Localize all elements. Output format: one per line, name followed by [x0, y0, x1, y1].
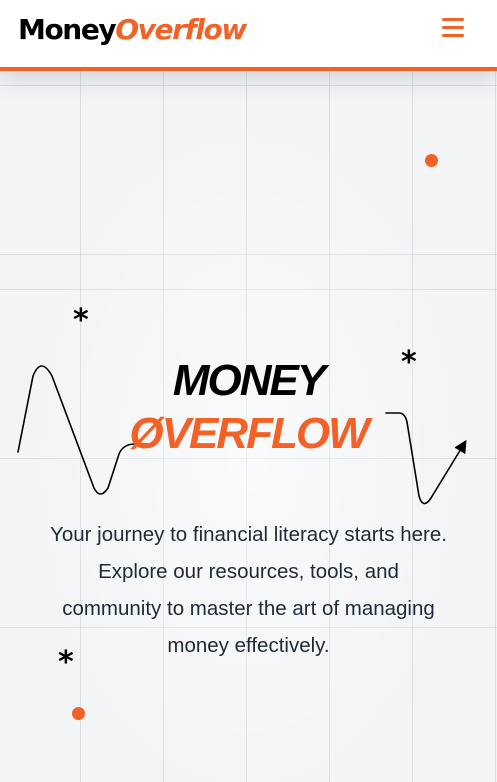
asterisk-icon: *: [73, 303, 89, 338]
hamburger-menu-icon[interactable]: [438, 15, 468, 41]
hero-title-line2: ØVERFLOW: [129, 409, 369, 458]
hero-description: Your journey to financial literacy start…: [50, 523, 447, 657]
logo-text-overflow: Overflow: [115, 13, 247, 46]
hero-title-line1: MONEY: [172, 356, 326, 405]
logo[interactable]: MoneyOverflow: [18, 13, 247, 47]
logo-text-money: Money: [18, 13, 117, 46]
orange-dot-icon: [425, 154, 438, 167]
site-header: MoneyOverflow: [0, 0, 497, 71]
orange-dot-icon: [72, 707, 85, 720]
